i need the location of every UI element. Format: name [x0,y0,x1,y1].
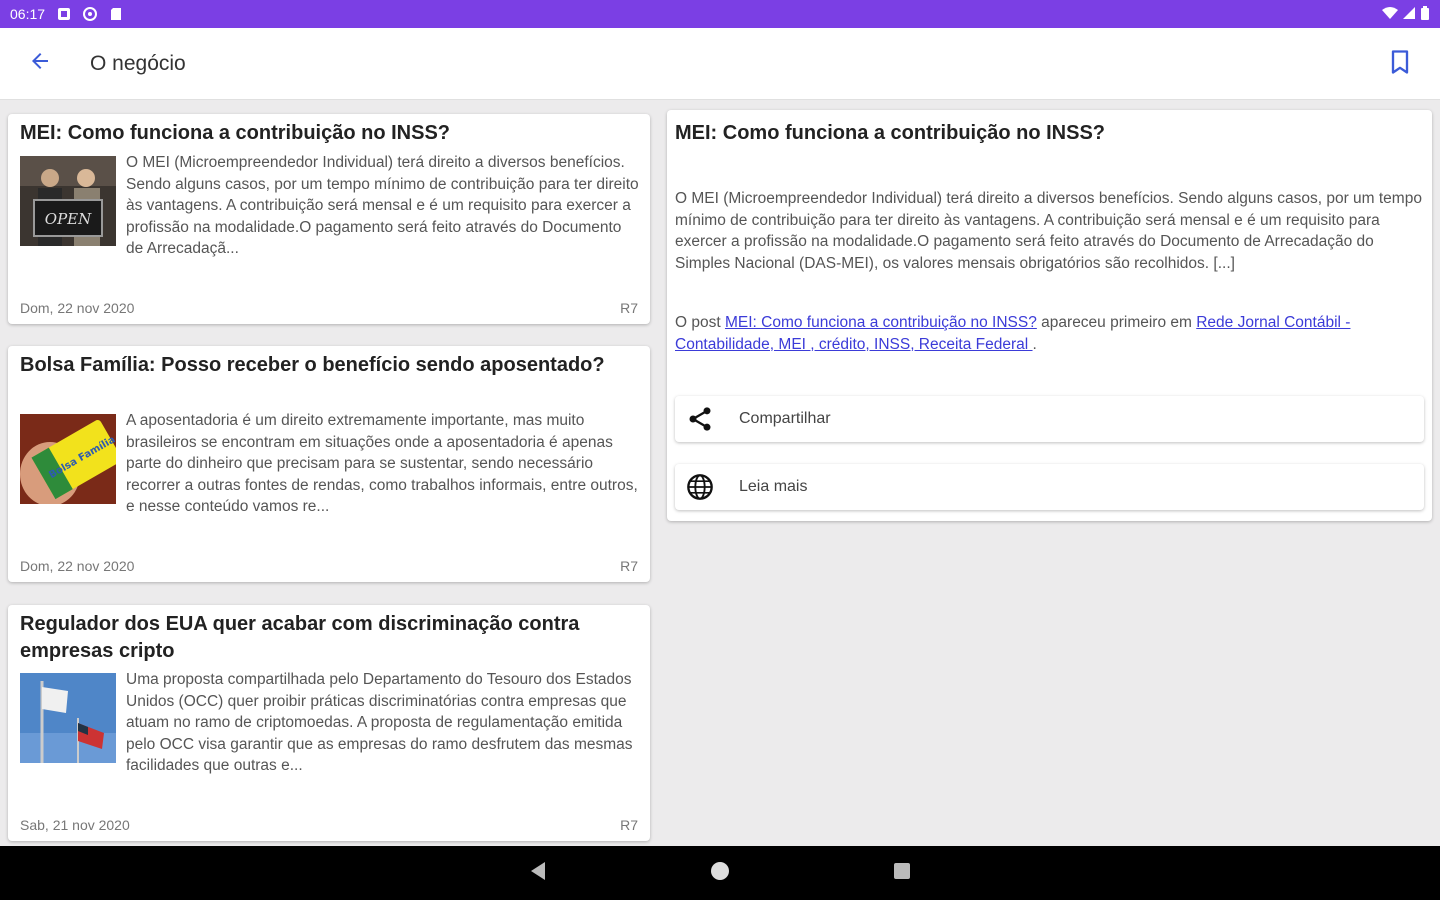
article-excerpt: A aposentadoria é um direito extremament… [126,412,638,515]
back-button[interactable] [0,28,80,100]
share-label: Compartilhar [739,410,831,427]
article-title: Regulador dos EUA quer acabar com discri… [20,613,580,662]
sd-card-icon [109,7,123,21]
nav-home-button[interactable] [707,860,733,886]
sign-text: OPEN [45,210,92,228]
detail-title: MEI: Como funciona a contribuição no INS… [675,122,1106,144]
article-thumbnail: OPEN [20,156,116,246]
nav-recents-button[interactable] [889,860,915,886]
status-right-icons [1382,5,1430,23]
read-more-label: Leia mais [739,478,808,495]
sync-icon [83,7,98,21]
post-prefix: O post [675,314,725,331]
read-more-button[interactable]: Leia mais [675,464,1424,510]
app-bar: O negócio [0,28,1440,100]
article-thumbnail: Bolsa Família [20,414,116,504]
circle-home-icon [710,861,730,886]
app-title: O negócio [90,51,186,75]
article-title: MEI: Como funciona a contribuição no INS… [20,122,451,144]
post-link[interactable]: MEI: Como funciona a contribuição no INS… [725,314,1037,331]
triangle-back-icon [529,861,547,886]
article-title: Bolsa Família: Posso receber o benefício… [20,354,605,376]
detail-post-footer: O post MEI: Como funciona a contribuição… [675,312,1422,355]
post-middle: apareceu primeiro em [1036,314,1197,331]
system-nav-bar [0,846,1440,900]
article-date: Dom, 22 nov 2020 [20,558,135,574]
notification-icon [57,7,71,21]
article-date: Sab, 21 nov 2020 [20,817,130,833]
status-bar: 06:17 [0,0,1440,28]
article-excerpt: Uma proposta compartilhada pelo Departam… [126,671,633,774]
bookmark-icon [1386,48,1414,81]
article-thumbnail [20,673,116,763]
detail-body: O MEI (Microempreendedor Individual) ter… [675,190,1422,272]
article-source: R7 [620,558,638,574]
article-date: Dom, 22 nov 2020 [20,300,135,316]
post-suffix: . [1032,335,1037,353]
nav-back-button[interactable] [525,860,551,886]
article-detail: MEI: Como funciona a contribuição no INS… [667,110,1432,521]
bookmark-button[interactable] [1382,46,1418,82]
battery-icon [1420,5,1430,23]
article-card[interactable]: MEI: Como funciona a contribuição no INS… [8,114,650,324]
article-excerpt: O MEI (Microempreendedor Individual) ter… [126,154,639,257]
arrow-back-icon [28,49,52,78]
article-source: R7 [620,817,638,833]
article-source: R7 [620,300,638,316]
wifi-icon [1382,6,1398,23]
signal-icon [1402,6,1416,23]
article-card[interactable]: Regulador dos EUA quer acabar com discri… [8,605,650,841]
share-icon [675,405,725,433]
globe-icon [675,473,725,501]
share-button[interactable]: Compartilhar [675,396,1424,442]
status-time: 06:17 [10,6,46,22]
square-recents-icon [893,862,911,885]
article-card[interactable]: Bolsa Família: Posso receber o benefício… [8,346,650,582]
